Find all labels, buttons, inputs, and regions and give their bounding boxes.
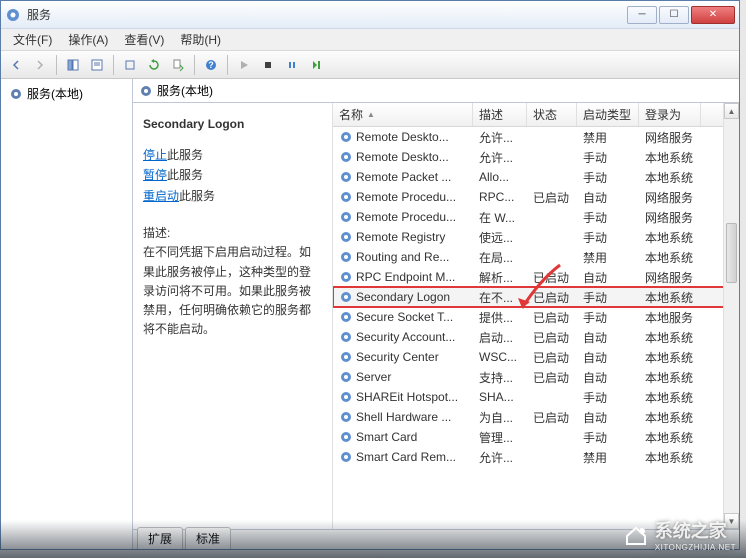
table-row[interactable]: Smart Card管理...手动本地系统 bbox=[333, 427, 739, 447]
svg-text:?: ? bbox=[208, 60, 214, 70]
desc-text: 在不同凭据下启用启动过程。如果此服务被停止，这种类型的登录访问将不可用。如果此服… bbox=[143, 243, 322, 339]
col-name[interactable]: 名称▲ bbox=[333, 103, 473, 126]
table-row[interactable]: Remote Procedu...在 W...手动网络服务 bbox=[333, 207, 739, 227]
selected-service-title: Secondary Logon bbox=[143, 117, 322, 131]
list-body[interactable]: Remote Deskto...允许...禁用网络服务Remote Deskto… bbox=[333, 127, 739, 549]
watermark: 系统之家 XITONGZHIJIA.NET bbox=[623, 517, 736, 552]
table-row[interactable]: Remote Deskto...允许...手动本地系统 bbox=[333, 147, 739, 167]
minimize-button[interactable]: ─ bbox=[627, 6, 657, 24]
gear-icon bbox=[139, 84, 153, 98]
refresh-button[interactable] bbox=[143, 54, 165, 76]
watermark-logo-icon bbox=[623, 522, 649, 548]
properties-button[interactable] bbox=[86, 54, 108, 76]
start-service-button[interactable] bbox=[233, 54, 255, 76]
export-button[interactable] bbox=[119, 54, 141, 76]
table-row[interactable]: Remote Packet ...Allo...手动本地系统 bbox=[333, 167, 739, 187]
service-list: 名称▲ 描述 状态 启动类型 登录为 Remote Deskto...允许...… bbox=[333, 103, 739, 549]
table-row[interactable]: Security CenterWSC...已启动自动本地系统 bbox=[333, 347, 739, 367]
content-header: 服务(本地) bbox=[133, 79, 739, 103]
restart-link[interactable]: 重启动 bbox=[143, 189, 179, 203]
menu-view[interactable]: 查看(V) bbox=[116, 29, 172, 50]
tree-pane: 服务(本地) bbox=[1, 79, 133, 549]
pause-service-button[interactable] bbox=[281, 54, 303, 76]
table-row[interactable]: Remote Registry使远...手动本地系统 bbox=[333, 227, 739, 247]
vertical-scrollbar[interactable]: ▲ ▼ bbox=[723, 103, 739, 529]
col-logon[interactable]: 登录为 bbox=[639, 103, 701, 126]
table-row[interactable]: Remote Deskto...允许...禁用网络服务 bbox=[333, 127, 739, 147]
maximize-button[interactable]: ☐ bbox=[659, 6, 689, 24]
table-row[interactable]: Security Account...启动...已启动自动本地系统 bbox=[333, 327, 739, 347]
back-button[interactable] bbox=[5, 54, 27, 76]
table-row[interactable]: Secondary Logon在不...已启动手动本地系统 bbox=[333, 287, 739, 307]
restart-service-button[interactable] bbox=[305, 54, 327, 76]
tree-item-services-local[interactable]: 服务(本地) bbox=[5, 83, 128, 104]
help-button[interactable]: ? bbox=[200, 54, 222, 76]
col-start[interactable]: 启动类型 bbox=[577, 103, 639, 126]
export-list-button[interactable] bbox=[167, 54, 189, 76]
sort-asc-icon: ▲ bbox=[367, 110, 375, 119]
menu-help[interactable]: 帮助(H) bbox=[172, 29, 229, 50]
col-status[interactable]: 状态 bbox=[527, 103, 577, 126]
gear-icon bbox=[9, 87, 23, 101]
pause-link[interactable]: 暂停 bbox=[143, 168, 167, 182]
scroll-up-button[interactable]: ▲ bbox=[724, 103, 739, 119]
show-hide-button[interactable] bbox=[62, 54, 84, 76]
table-row[interactable]: Secure Socket T...提供...已启动手动本地服务 bbox=[333, 307, 739, 327]
services-icon bbox=[5, 7, 21, 23]
detail-pane: Secondary Logon 停止此服务 暂停此服务 重启动此服务 描述: 在… bbox=[133, 103, 333, 549]
table-row[interactable]: Shell Hardware ...为自...已启动自动本地系统 bbox=[333, 407, 739, 427]
menu-action[interactable]: 操作(A) bbox=[60, 29, 116, 50]
stop-link[interactable]: 停止 bbox=[143, 148, 167, 162]
content-pane: 服务(本地) Secondary Logon 停止此服务 暂停此服务 重启动此服… bbox=[133, 79, 739, 549]
menu-file[interactable]: 文件(F) bbox=[5, 29, 60, 50]
table-row[interactable]: Routing and Re...在局...禁用本地系统 bbox=[333, 247, 739, 267]
close-button[interactable]: ✕ bbox=[691, 6, 735, 24]
toolbar: ? bbox=[1, 51, 739, 79]
menubar: 文件(F) 操作(A) 查看(V) 帮助(H) bbox=[1, 29, 739, 51]
table-row[interactable]: SHAREit Hotspot...SHA...手动本地系统 bbox=[333, 387, 739, 407]
table-row[interactable]: RPC Endpoint M...解析...已启动自动网络服务 bbox=[333, 267, 739, 287]
services-window: 服务 ─ ☐ ✕ 文件(F) 操作(A) 查看(V) 帮助(H) ? bbox=[0, 0, 740, 550]
list-header: 名称▲ 描述 状态 启动类型 登录为 bbox=[333, 103, 739, 127]
table-row[interactable]: Remote Procedu...RPC...已启动自动网络服务 bbox=[333, 187, 739, 207]
scroll-thumb[interactable] bbox=[726, 223, 737, 283]
window-title: 服务 bbox=[27, 6, 627, 23]
table-row[interactable]: Smart Card Rem...允许...禁用本地系统 bbox=[333, 447, 739, 467]
forward-button[interactable] bbox=[29, 54, 51, 76]
table-row[interactable]: Server支持...已启动自动本地系统 bbox=[333, 367, 739, 387]
col-desc[interactable]: 描述 bbox=[473, 103, 527, 126]
desc-label: 描述: bbox=[143, 224, 322, 243]
titlebar: 服务 ─ ☐ ✕ bbox=[1, 1, 739, 29]
stop-service-button[interactable] bbox=[257, 54, 279, 76]
